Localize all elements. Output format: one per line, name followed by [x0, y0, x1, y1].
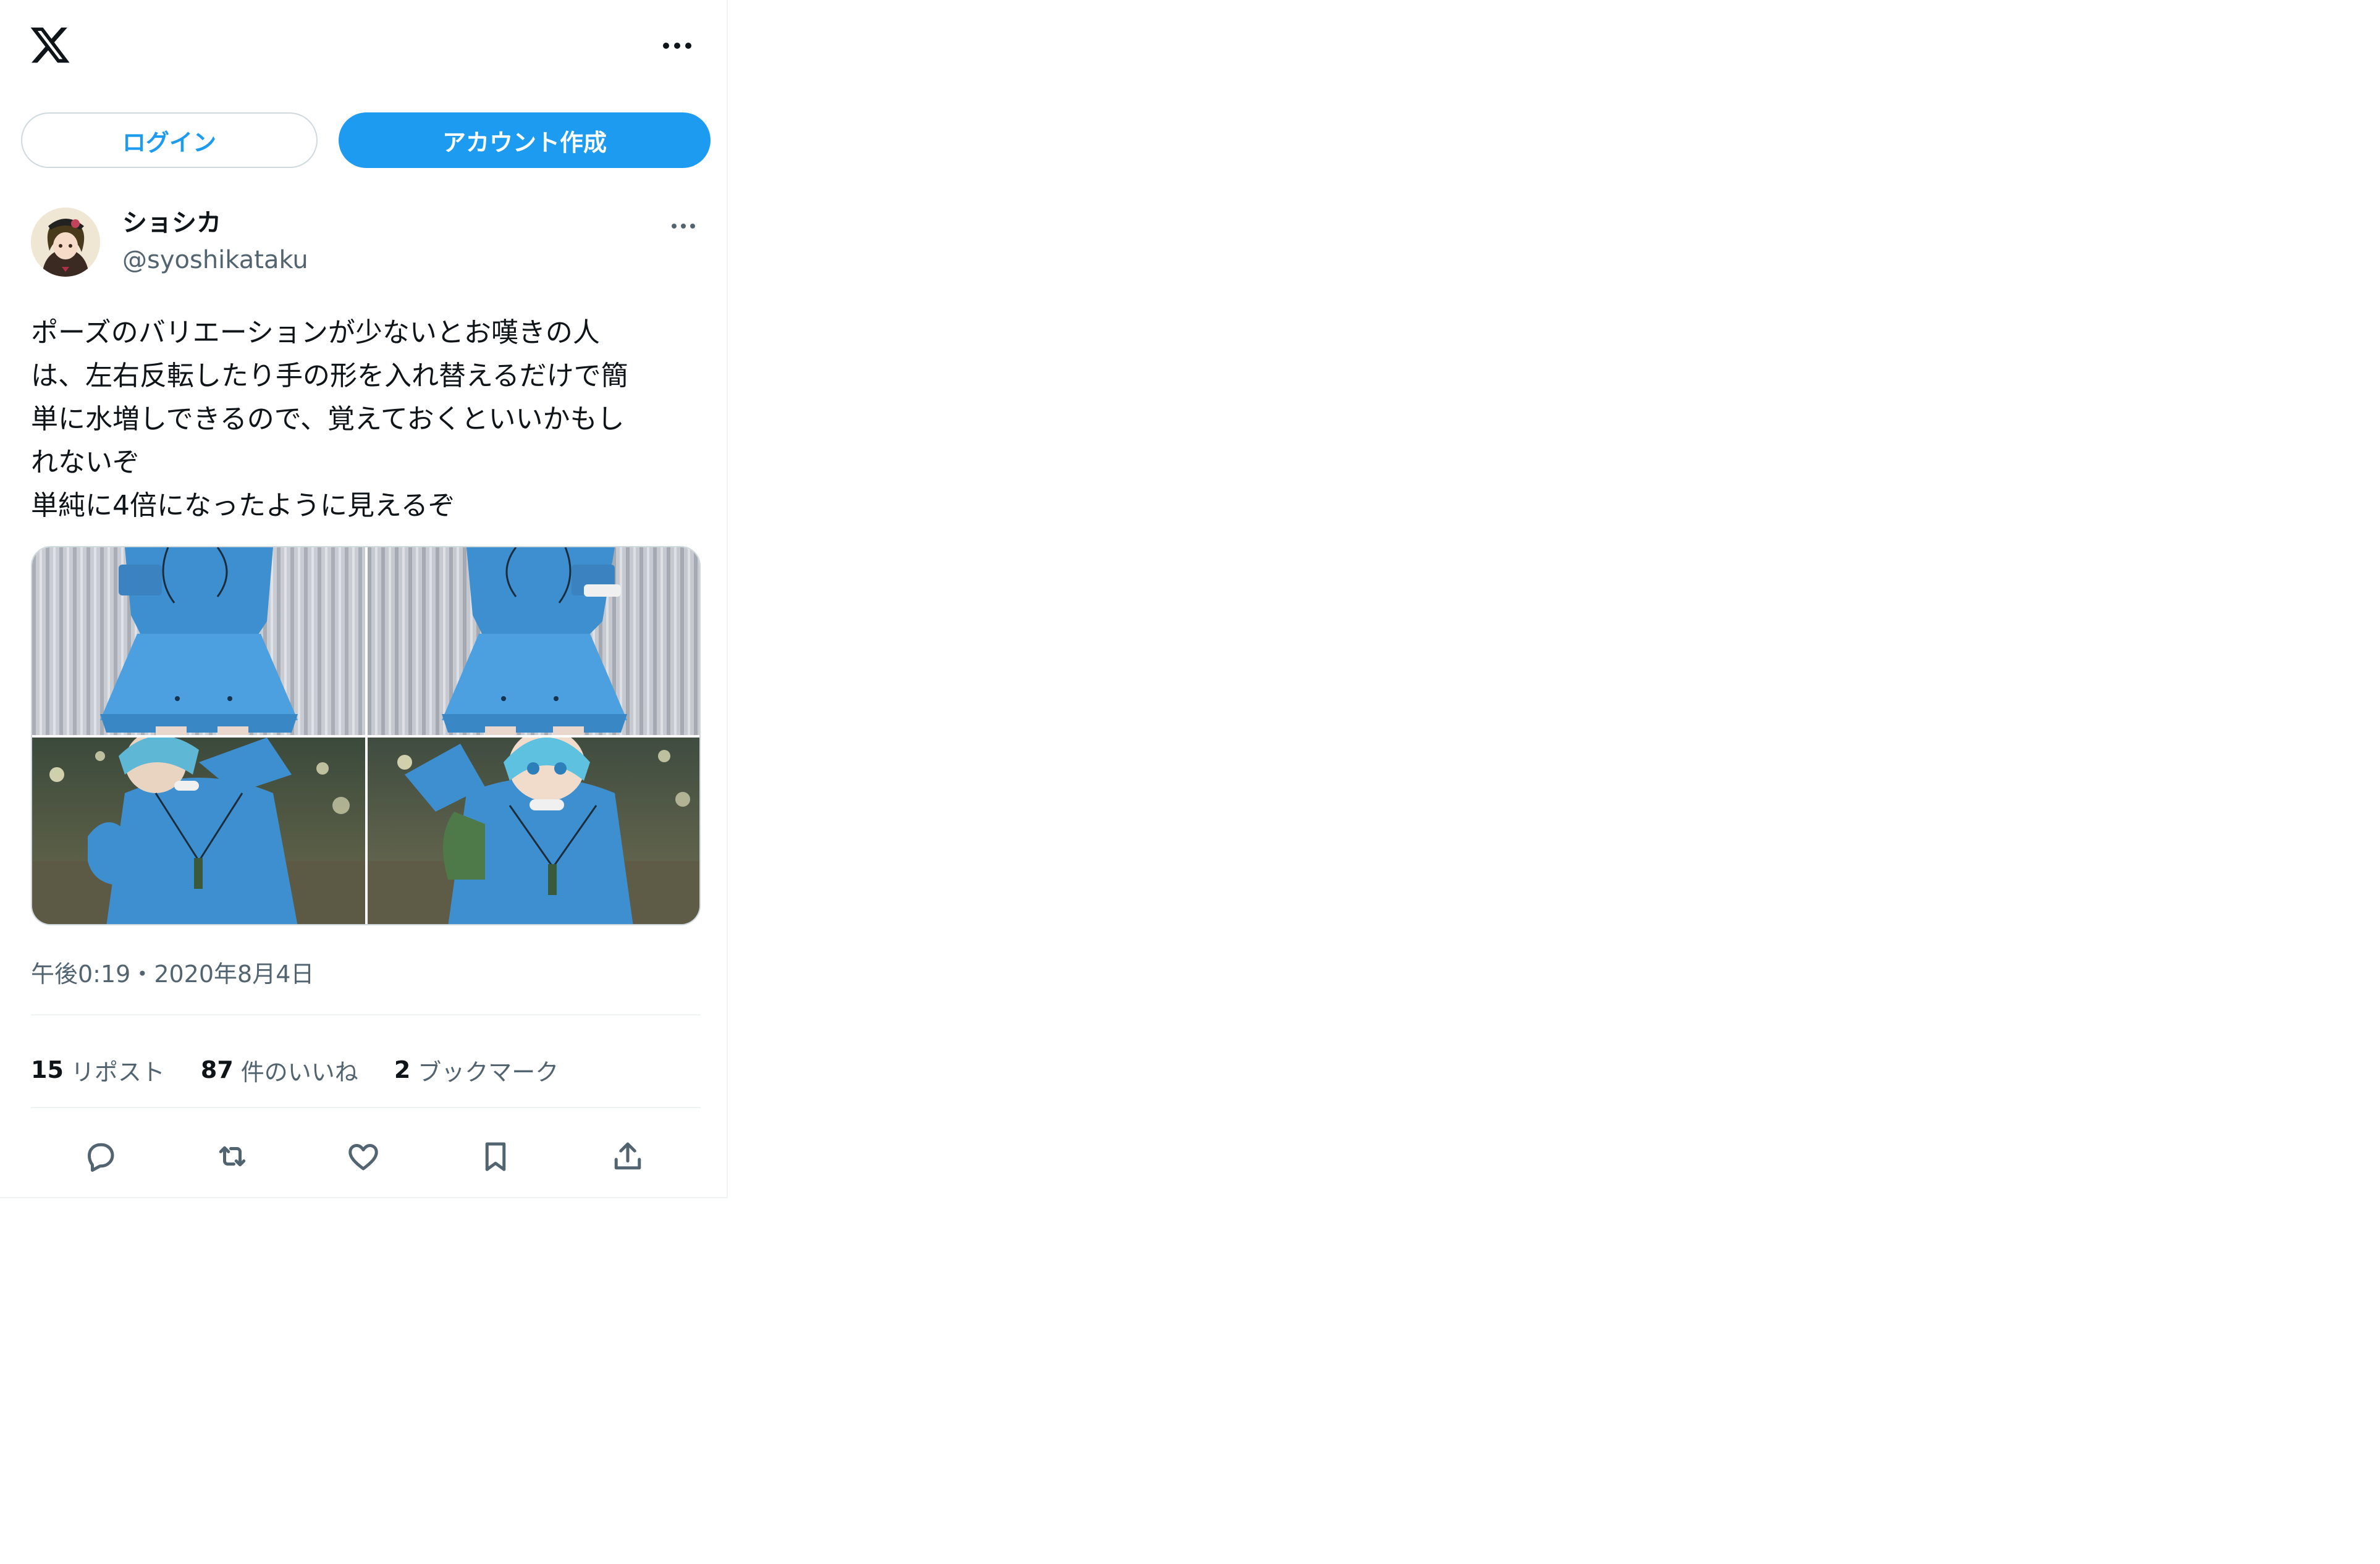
media-photo-4[interactable] — [368, 738, 699, 924]
tweet-text-line: 単に水増しできるので、覚えておくといいかもし — [31, 403, 625, 435]
divider — [31, 1014, 701, 1015]
divider — [31, 1107, 701, 1108]
likes-label: 件のいいね — [240, 1058, 358, 1086]
author-handle[interactable]: @syoshikataku — [122, 245, 308, 275]
tweet-stats: 15 リポスト 87 件のいいね 2 ブックマーク — [31, 1051, 594, 1088]
tweet-text-line: は、左右反転したり手の形を入れ替えるだけで簡 — [31, 360, 628, 392]
tweet-timestamp[interactable]: 午後0:19・2020年8月4日 — [31, 959, 314, 990]
media-photo-2[interactable] — [368, 547, 699, 735]
likes-stat[interactable]: 87 件のいいね — [201, 1053, 358, 1087]
tweet-text-line: ポーズのバリエーションが少ないとお嘆きの人 — [31, 317, 600, 348]
x-logo-icon[interactable] — [27, 23, 73, 67]
media-photo-1[interactable] — [32, 547, 365, 735]
author-display-name[interactable]: ショシカ — [122, 208, 221, 238]
login-button-label: ログイン — [122, 128, 216, 156]
tweet-text-line: れないぞ — [31, 447, 140, 478]
media-grid — [31, 546, 701, 925]
tweet-text-line: 単純に4倍になったように見えるぞ — [31, 490, 455, 521]
likes-count: 87 — [200, 1056, 234, 1083]
media-photo-3[interactable] — [32, 738, 365, 924]
reposts-count: 15 — [31, 1056, 64, 1083]
bookmarks-stat[interactable]: 2 ブックマーク — [394, 1053, 559, 1087]
reposts-stat[interactable]: 15 リポスト — [31, 1053, 165, 1087]
more-horizontal-icon[interactable] — [655, 27, 699, 64]
avatar[interactable] — [31, 208, 100, 277]
bookmarks-label: ブックマーク — [418, 1058, 559, 1086]
tweet-page: ログイン アカウント作成 ショシカ @syoshikataku ポーズのバリエー… — [0, 0, 728, 1198]
like-icon[interactable] — [337, 1130, 389, 1182]
bookmarks-count: 2 — [394, 1056, 411, 1083]
bookmark-icon[interactable] — [470, 1130, 521, 1182]
top-bar — [0, 0, 727, 93]
reply-icon[interactable] — [74, 1130, 126, 1182]
reposts-label: リポスト — [70, 1058, 165, 1086]
create-account-button-label: アカウント作成 — [442, 128, 607, 156]
share-icon[interactable] — [602, 1130, 654, 1182]
tweet-more-icon[interactable] — [661, 210, 706, 242]
tweet-text: ポーズのバリエーションが少ないとお嘆きの人 は、左右反転したり手の形を入れ替える… — [31, 311, 704, 528]
repost-icon[interactable] — [206, 1130, 258, 1182]
login-button[interactable]: ログイン — [21, 112, 318, 168]
create-account-button[interactable]: アカウント作成 — [339, 112, 711, 168]
